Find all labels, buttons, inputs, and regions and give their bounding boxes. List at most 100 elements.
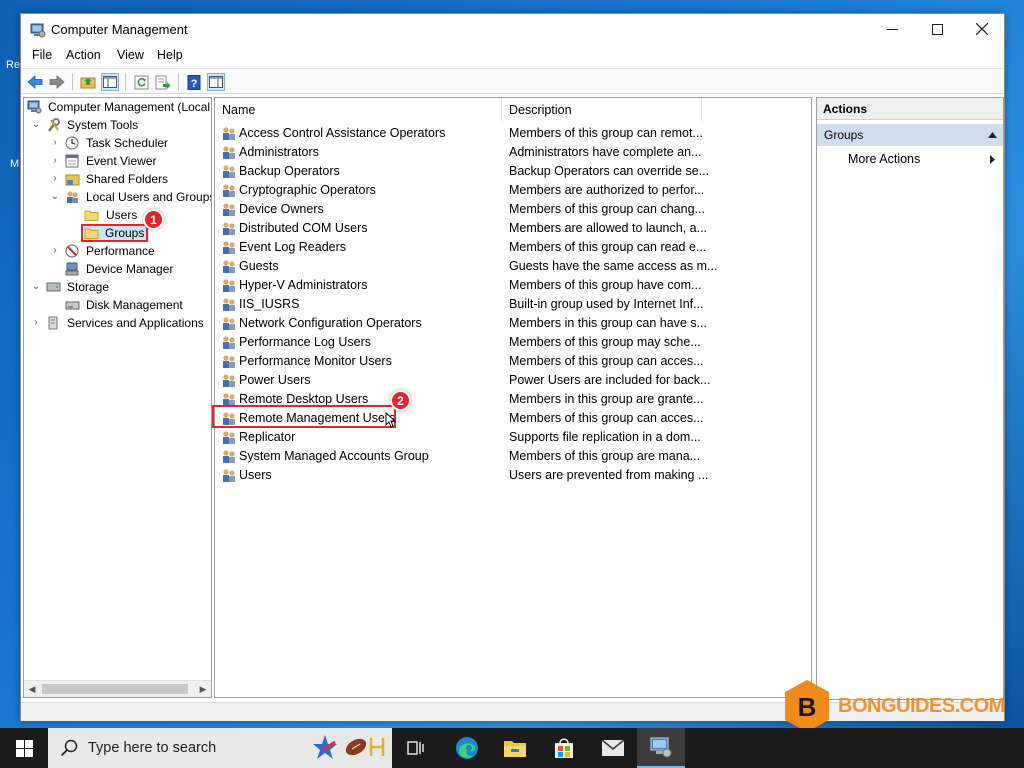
show-hide-console-tree-button[interactable] bbox=[101, 73, 119, 91]
refresh-button[interactable] bbox=[132, 73, 150, 91]
column-header-name[interactable]: Name bbox=[215, 98, 502, 122]
tree-item-device-manager[interactable]: Device Manager bbox=[24, 260, 211, 278]
table-row[interactable]: Hyper-V Administrators Members of this gr… bbox=[215, 276, 715, 295]
show-hide-action-pane-button[interactable] bbox=[207, 73, 225, 91]
tree-item-task-scheduler[interactable]: › Task Scheduler bbox=[24, 134, 211, 152]
group-description: Members in this group are grante... bbox=[509, 392, 704, 406]
device-manager-icon bbox=[65, 262, 79, 276]
taskbar-search-box[interactable]: Type here to search bbox=[48, 728, 392, 768]
mail-taskbar-button[interactable] bbox=[589, 728, 637, 768]
table-row[interactable]: Cryptographic Operators Members are autho… bbox=[215, 181, 715, 200]
minimize-button[interactable] bbox=[869, 14, 915, 44]
group-description: Members of this group can acces... bbox=[509, 411, 704, 425]
actions-section-groups[interactable]: Groups bbox=[817, 124, 1003, 146]
groups-list[interactable]: Name Description Access Control Assistan… bbox=[214, 97, 812, 698]
forward-button[interactable] bbox=[48, 73, 66, 91]
help-button[interactable]: ? bbox=[185, 73, 203, 91]
tree-item-system-tools[interactable]: ⌄ System Tools bbox=[24, 116, 211, 134]
users-group-icon bbox=[67, 191, 78, 203]
maximize-button[interactable] bbox=[914, 14, 960, 44]
tree-item-local-users-and-groups[interactable]: ⌄ Local Users and Groups bbox=[24, 188, 211, 206]
chevron-right-icon[interactable]: › bbox=[49, 242, 61, 260]
back-button[interactable] bbox=[26, 73, 44, 91]
file-explorer-taskbar-button[interactable] bbox=[491, 728, 539, 768]
tree-item-services-and-applications[interactable]: › Services and Applications bbox=[24, 314, 211, 332]
chevron-down-icon[interactable]: ⌄ bbox=[30, 116, 42, 134]
chevron-right-icon[interactable]: › bbox=[30, 314, 42, 332]
title-bar[interactable]: Computer Management bbox=[21, 14, 1004, 46]
toolbar-separator bbox=[125, 73, 126, 91]
more-actions-item[interactable]: More Actions bbox=[817, 148, 1003, 170]
tree-item-computer-management[interactable]: Computer Management (Local bbox=[24, 98, 211, 116]
table-row[interactable]: Performance Monitor Users Members of this… bbox=[215, 352, 715, 371]
edge-taskbar-button[interactable] bbox=[443, 728, 491, 768]
group-description: Members of this group have com... bbox=[509, 278, 702, 292]
tree-item-shared-folders[interactable]: › Shared Folders bbox=[24, 170, 211, 188]
chevron-down-icon[interactable]: ⌄ bbox=[49, 188, 61, 206]
table-row[interactable]: System Managed Accounts Group Members of … bbox=[215, 447, 715, 466]
table-row[interactable]: Replicator Supports file replication in a… bbox=[215, 428, 715, 447]
tree-item-label: Storage bbox=[67, 280, 110, 294]
up-one-level-button[interactable] bbox=[79, 73, 97, 91]
close-button[interactable] bbox=[959, 14, 1005, 44]
group-icon bbox=[223, 336, 235, 349]
table-row[interactable]: Users Users are prevented from making ... bbox=[215, 466, 715, 485]
group-icon bbox=[223, 355, 235, 368]
group-icon bbox=[223, 165, 235, 178]
chevron-right-icon[interactable]: › bbox=[49, 134, 61, 152]
table-row[interactable]: Device Owners Members of this group can c… bbox=[215, 200, 715, 219]
actions-pane: Actions Groups More Actions bbox=[816, 97, 1004, 700]
export-list-button[interactable] bbox=[154, 73, 172, 91]
collapse-up-icon[interactable] bbox=[988, 132, 997, 138]
group-icon bbox=[223, 127, 235, 140]
bonguides-watermark: B BONGUIDES.COM bbox=[782, 678, 1005, 734]
tree-item-storage[interactable]: ⌄ Storage bbox=[24, 278, 211, 296]
tree-item-label: Local Users and Groups bbox=[86, 190, 212, 204]
task-view-button[interactable] bbox=[392, 728, 440, 768]
tree-item-event-viewer[interactable]: › Event Viewer bbox=[24, 152, 211, 170]
store-taskbar-button[interactable] bbox=[540, 728, 588, 768]
scrollbar-thumb[interactable] bbox=[42, 684, 188, 694]
table-row[interactable]: Access Control Assistance Operators Membe… bbox=[215, 124, 715, 143]
chevron-right-icon[interactable]: › bbox=[49, 152, 61, 170]
menu-file[interactable]: File bbox=[32, 48, 52, 62]
table-row[interactable]: Administrators Administrators have comple… bbox=[215, 143, 715, 162]
menu-view[interactable]: View bbox=[117, 48, 144, 62]
svg-text:?: ? bbox=[190, 78, 197, 90]
group-name: Administrators bbox=[239, 145, 319, 159]
table-row[interactable]: Event Log Readers Members of this group c… bbox=[215, 238, 715, 257]
tree-item-performance[interactable]: › Performance bbox=[24, 242, 211, 260]
more-actions-label: More Actions bbox=[848, 152, 921, 166]
group-name: IIS_IUSRS bbox=[239, 297, 300, 311]
table-row[interactable]: Network Configuration Operators Members i… bbox=[215, 314, 715, 333]
table-row[interactable]: Guests Guests have the same access as m..… bbox=[215, 257, 717, 276]
tree-item-label: Shared Folders bbox=[86, 172, 169, 186]
console-tree[interactable]: Computer Management (Local ⌄ System Tool… bbox=[23, 97, 212, 698]
table-row[interactable]: Performance Log Users Members of this gro… bbox=[215, 333, 715, 352]
tree-item-users[interactable]: Users bbox=[24, 206, 211, 224]
scroll-right-icon[interactable]: ▶ bbox=[195, 681, 211, 697]
table-row[interactable]: IIS_IUSRS Built-in group used by Internet… bbox=[215, 295, 715, 314]
horizontal-scrollbar[interactable]: ◀ ▶ bbox=[24, 680, 211, 697]
store-icon bbox=[555, 738, 573, 758]
tree-item-disk-management[interactable]: Disk Management bbox=[24, 296, 211, 314]
scroll-left-icon[interactable]: ◀ bbox=[24, 681, 40, 697]
chevron-right-icon[interactable]: › bbox=[49, 170, 61, 188]
column-header-description[interactable]: Description bbox=[502, 98, 702, 122]
desktop-icon-label[interactable]: Re bbox=[6, 59, 20, 71]
group-icon bbox=[223, 279, 235, 292]
desktop-icon-label[interactable]: M bbox=[10, 158, 19, 170]
taskbar: Type here to search bbox=[0, 728, 1024, 768]
table-row[interactable]: Power Users Power Users are included for … bbox=[215, 371, 715, 390]
table-row[interactable]: Backup Operators Backup Operators can ove… bbox=[215, 162, 715, 181]
help-icon: ? bbox=[187, 74, 200, 90]
start-button[interactable] bbox=[0, 728, 48, 768]
computer-management-taskbar-button[interactable] bbox=[637, 728, 685, 768]
chevron-down-icon[interactable]: ⌄ bbox=[30, 278, 42, 296]
group-description: Administrators have complete an... bbox=[509, 145, 702, 159]
menu-action[interactable]: Action bbox=[66, 48, 101, 62]
table-row[interactable]: Distributed COM Users Members are allowed… bbox=[215, 219, 715, 238]
group-description: Members of this group may sche... bbox=[509, 335, 701, 349]
group-name: Hyper-V Administrators bbox=[239, 278, 368, 292]
menu-help[interactable]: Help bbox=[157, 48, 183, 62]
